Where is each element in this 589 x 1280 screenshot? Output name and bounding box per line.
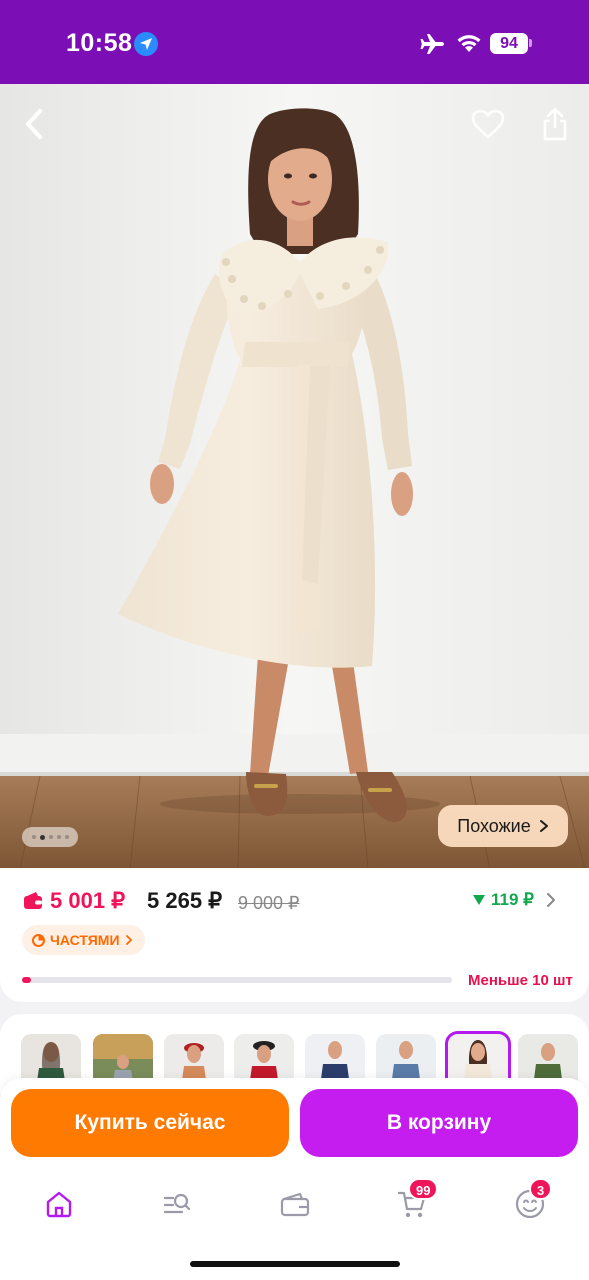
points-value: 119 ₽ [491,890,534,909]
heart-icon [471,109,505,139]
chevron-right-icon [539,820,548,832]
airplane-icon [420,32,446,61]
regular-price: 5 265 ₽ [147,888,223,913]
points-cashback[interactable]: 119 ₽ [472,890,534,910]
battery-icon [529,39,532,47]
product-photo-gallery[interactable]: Похожие [0,84,589,869]
stock-note: Меньше 10 шт [468,972,573,989]
old-price: 9 000 ₽ [238,893,300,913]
gallery-dot [48,835,53,839]
stock-progress-fill [22,977,31,983]
tab-catalog[interactable] [157,1184,197,1224]
similar-label: Похожие [457,815,531,836]
share-button[interactable] [535,102,575,146]
similar-button[interactable]: Похожие [438,805,568,847]
wallet-icon [280,1192,310,1217]
chevron-right-icon [125,935,132,945]
price-card: 5 001 ₽ 5 265 ₽ 9 000 ₽ 119 ₽ ЧАСТЯМИ Ме… [0,868,589,1002]
status-bar: 10:58 94 [0,0,589,84]
stock-progress-bar [22,977,452,983]
status-time: 10:58 [66,29,133,57]
battery-level: 94 [490,33,528,54]
cart-badge: 99 [408,1178,439,1200]
pie-icon [32,933,45,947]
profile-badge: 3 [529,1178,553,1200]
share-icon [543,107,567,141]
gallery-dot-active [39,834,45,840]
location-arrow-icon [134,32,158,56]
home-icon [46,1191,72,1218]
triangle-down-icon [473,895,485,905]
gallery-pagination [22,827,78,847]
chevron-right-icon[interactable] [546,892,556,908]
back-button[interactable] [14,104,54,144]
gallery-dot [56,835,61,839]
wifi-icon [455,32,483,59]
favorite-button[interactable] [468,104,508,144]
wallet-price-icon [24,892,42,909]
gallery-dot [64,835,69,839]
installments-label: ЧАСТЯМИ [50,932,120,948]
product-photo [0,84,589,869]
bottom-panel: Купить сейчас В корзину 99 3 [0,1078,589,1280]
wallet-price: 5 001 ₽ [50,888,126,913]
home-indicator [190,1261,400,1267]
tab-wallet[interactable] [275,1184,315,1224]
catalog-search-icon [163,1193,191,1214]
gallery-dot [31,835,36,839]
back-chevron-icon [26,109,42,139]
buy-now-button[interactable]: Купить сейчас [11,1089,289,1157]
add-to-cart-button[interactable]: В корзину [300,1089,578,1157]
tab-home[interactable] [39,1184,79,1224]
installments-badge[interactable]: ЧАСТЯМИ [22,925,145,955]
